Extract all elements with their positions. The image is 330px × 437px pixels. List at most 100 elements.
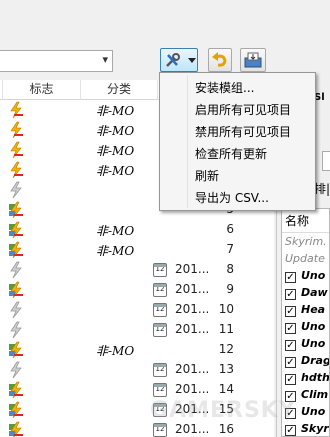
filter-box[interactable] [322, 151, 330, 171]
menu-item-check-updates[interactable]: 检查所有更新 [162, 143, 314, 165]
lightning-warning-icon [8, 201, 24, 219]
priority-cell: 16 [218, 422, 234, 436]
plugin-list-item[interactable]: ✓ Daw [282, 284, 329, 301]
calendar-icon: 12 [153, 423, 167, 437]
lightning-gray-icon [8, 261, 24, 279]
plugin-checkbox[interactable]: ✓ [285, 289, 296, 300]
table-row[interactable]: 12 201... 8 [0, 260, 274, 280]
table-row[interactable]: 非-MO 12 [0, 340, 274, 360]
plugin-list-item[interactable]: ✓ Hea [282, 301, 329, 318]
lightning-warning-icon [8, 141, 24, 159]
category-cell: 非-MO [96, 244, 135, 258]
lightning-gray-icon [8, 301, 24, 319]
plugin-checkbox[interactable]: ✓ [285, 340, 296, 351]
calendar-icon: 12 [153, 283, 167, 297]
plugin-name: Uno [301, 269, 326, 282]
plugin-list-item[interactable]: ✓ Uno [282, 318, 329, 335]
priority-cell: 14 [218, 382, 234, 396]
plugin-name: Hea [301, 303, 326, 316]
lightning-warning-icon [8, 161, 24, 179]
tools-icon [166, 53, 180, 67]
plugin-checkbox[interactable]: ✓ [285, 374, 296, 385]
table-row[interactable]: 12 201... 10 [0, 300, 274, 320]
tools-menu-button[interactable] [160, 48, 198, 72]
chevron-down-icon: ▾ [102, 53, 108, 66]
calendar-icon: 12 [153, 323, 167, 337]
plugin-name: Drag [301, 354, 329, 367]
menu-item-install-mod[interactable]: 安装模组... [162, 77, 314, 99]
plugin-list-item[interactable]: Update [282, 250, 329, 267]
plugin-name: Clim [301, 388, 329, 401]
sort-label[interactable]: 排| [314, 180, 330, 197]
plugin-list-item[interactable]: ✓ Drag [282, 352, 329, 369]
menu-item-disable-all-visible[interactable]: 禁用所有可见项目 [162, 121, 314, 143]
lightning-warning-icon [8, 241, 24, 259]
plugin-checkbox[interactable]: ✓ [285, 425, 296, 436]
chevron-down-icon [188, 58, 196, 63]
priority-cell: 9 [226, 282, 234, 296]
plugin-name: hdth [301, 371, 329, 384]
lightning-warning-icon [8, 221, 24, 239]
priority-cell: 7 [226, 242, 234, 256]
tools-context-menu: 安装模组... 启用所有可见项目 禁用所有可见项目 检查所有更新 刷新 导出为 … [159, 72, 316, 211]
category-cell: 非-MO [96, 224, 135, 238]
calendar-icon: 12 [153, 303, 167, 317]
lightning-gray-icon [8, 321, 24, 339]
menu-item-enable-all-visible[interactable]: 启用所有可见项目 [162, 99, 314, 121]
plugin-checkbox[interactable]: ✓ [285, 306, 296, 317]
category-cell: 非-MO [96, 344, 135, 358]
plugin-list-header[interactable]: 名称 [282, 209, 329, 233]
category-dropdown[interactable]: ▾ [0, 50, 113, 72]
priority-cell: 13 [218, 362, 234, 376]
undo-icon [212, 52, 227, 67]
lightning-warning-icon [8, 101, 24, 119]
column-header-flags[interactable]: 标志 [3, 80, 81, 100]
plugin-name: Uno [301, 337, 326, 350]
save-icon [244, 52, 262, 68]
plugin-checkbox[interactable]: ✓ [285, 323, 296, 334]
plugin-name: Daw [301, 286, 328, 299]
plugin-list-item[interactable]: ✓ Uno [282, 267, 329, 284]
menu-item-refresh[interactable]: 刷新 [162, 165, 314, 187]
lightning-warning-icon [8, 121, 24, 139]
lightning-warning-icon [8, 281, 24, 299]
category-cell: 非-MO [96, 124, 135, 138]
column-header-category[interactable]: 分类 [81, 80, 158, 100]
lightning-warning-icon [8, 421, 24, 437]
plugin-name: Uno [301, 320, 326, 333]
table-row[interactable]: 12 201... 14 [0, 380, 274, 400]
lightning-gray-icon [8, 361, 24, 379]
plugin-checkbox[interactable]: ✓ [285, 357, 296, 368]
lightning-warning-icon [8, 381, 24, 399]
plugin-name: Skyrim. [285, 235, 327, 248]
category-cell: 非-MO [96, 164, 135, 178]
category-cell: 非-MO [96, 144, 135, 158]
watermark-logo: GAMERSKY [150, 398, 296, 423]
save-button[interactable] [240, 48, 266, 72]
plugin-list-item[interactable]: Skyrim. [282, 233, 329, 250]
priority-cell: 10 [218, 302, 234, 316]
table-row[interactable]: 12 201... 11 [0, 320, 274, 340]
priority-cell: 12 [218, 342, 234, 356]
priority-cell: 6 [226, 222, 234, 236]
calendar-icon: 12 [153, 383, 167, 397]
plugin-name: Update [285, 252, 325, 265]
table-row[interactable]: 非-MO 7 [0, 240, 274, 260]
plugin-list-item[interactable]: ✓ hdth [282, 369, 329, 386]
lightning-gray-icon [8, 181, 24, 199]
calendar-icon: 12 [153, 263, 167, 277]
priority-cell: 11 [218, 322, 234, 336]
priority-cell: 8 [226, 262, 234, 276]
undo-button[interactable] [208, 48, 232, 72]
table-row[interactable]: 12 201... 9 [0, 280, 274, 300]
plugin-list-item[interactable]: ✓ Uno [282, 335, 329, 352]
table-row[interactable]: 非-MO 6 [0, 220, 274, 240]
category-cell: 非-MO [96, 104, 135, 118]
lightning-warning-icon [8, 341, 24, 359]
menu-item-export-csv[interactable]: 导出为 CSV... [162, 187, 314, 209]
plugin-checkbox[interactable]: ✓ [285, 272, 296, 283]
table-row[interactable]: 12 201... 13 [0, 360, 274, 380]
plugin-name: Skyr [301, 422, 329, 435]
lightning-warning-icon [8, 401, 24, 419]
plugin-name: Uno [301, 405, 326, 418]
